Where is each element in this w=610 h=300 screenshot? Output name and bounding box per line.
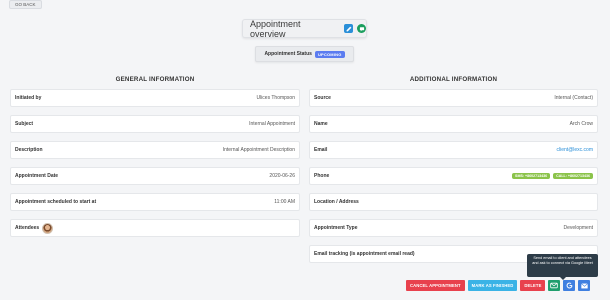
row-label: Appointment Date [15, 173, 59, 179]
delete-button[interactable]: DELETE [520, 280, 546, 291]
row-label: Email tracking (is appointment email rea… [314, 251, 415, 257]
cancel-appointment-button[interactable]: CANCEL APPOINTMENT [406, 280, 465, 291]
google-icon [566, 282, 573, 289]
attendee-avatar[interactable] [42, 222, 54, 234]
google-meet-email-button[interactable] [548, 280, 561, 291]
row-value: 11:00 AM [274, 199, 295, 205]
comment-icon[interactable] [357, 24, 366, 33]
row-description: Description Internal Appointment Descrip… [10, 141, 300, 159]
row-initiated-by: Initiated by Ulices Thompson [10, 89, 300, 107]
row-label: Subject [15, 121, 34, 127]
row-value: Internal Appointment Description [222, 147, 295, 153]
google-button[interactable] [563, 280, 576, 291]
status-label: Appointment Status [264, 51, 312, 57]
row-label: Appointment scheduled to start at [15, 199, 97, 205]
row-value: Ulices Thompson [256, 95, 295, 101]
row-subject: Subject Internal Appointment [10, 115, 300, 133]
go-back-button[interactable]: GO BACK [9, 0, 42, 9]
row-value: Development [563, 225, 593, 231]
status-badge: UPCOMING [314, 50, 345, 58]
row-label: Location / Address [314, 199, 359, 205]
email-button[interactable] [578, 280, 591, 291]
appointment-status-card: Appointment Status UPCOMING [255, 46, 354, 62]
row-value: 2020-06-26 [269, 173, 295, 179]
general-information-heading: GENERAL INFORMATION [115, 76, 195, 83]
row-name: Name Arch Crow [309, 115, 598, 133]
meet-email-icon [550, 282, 559, 289]
edit-icon[interactable] [344, 24, 354, 33]
row-phone: Phone SMS: +8602713436 CALL: +8602713436 [309, 167, 598, 185]
google-meet-tooltip: Send email to client and attendees and a… [527, 254, 598, 277]
row-source: Source Internal (Contact) [309, 89, 598, 107]
row-label: Initiated by [15, 95, 42, 101]
additional-information-heading: ADDITIONAL INFORMATION [409, 76, 498, 83]
email-link[interactable]: client@lexc.com [557, 147, 593, 153]
sms-button[interactable]: SMS: +8602713436 [512, 173, 551, 179]
mark-as-finished-button[interactable]: MARK AS FINISHED [467, 280, 518, 291]
call-button[interactable]: CALL: +8602713436 [553, 173, 593, 179]
page-title: Appointment overview [250, 18, 301, 39]
row-label: Attendees [15, 225, 40, 231]
envelope-icon [581, 282, 588, 288]
row-email: Email client@lexc.com [309, 141, 598, 159]
row-value: Arch Crow [569, 121, 593, 127]
appointment-overview-card: Appointment overview [242, 18, 367, 39]
row-location: Location / Address [309, 193, 598, 211]
row-label: Phone [314, 173, 330, 179]
row-label: Source [314, 95, 331, 101]
row-start-time: Appointment scheduled to start at 11:00 … [10, 193, 300, 211]
row-label: Name [314, 121, 328, 127]
row-attendees: Attendees [10, 219, 300, 237]
row-value: Internal Appointment [249, 121, 295, 127]
row-appointment-type: Appointment Type Development [309, 219, 598, 237]
row-label: Email [314, 147, 328, 153]
row-label: Description [15, 147, 43, 153]
row-appointment-date: Appointment Date 2020-06-26 [10, 167, 300, 185]
row-value: Internal (Contact) [554, 95, 593, 101]
action-bar: CANCEL APPOINTMENT MARK AS FINISHED DELE… [406, 280, 591, 291]
row-label: Appointment Type [314, 225, 358, 231]
